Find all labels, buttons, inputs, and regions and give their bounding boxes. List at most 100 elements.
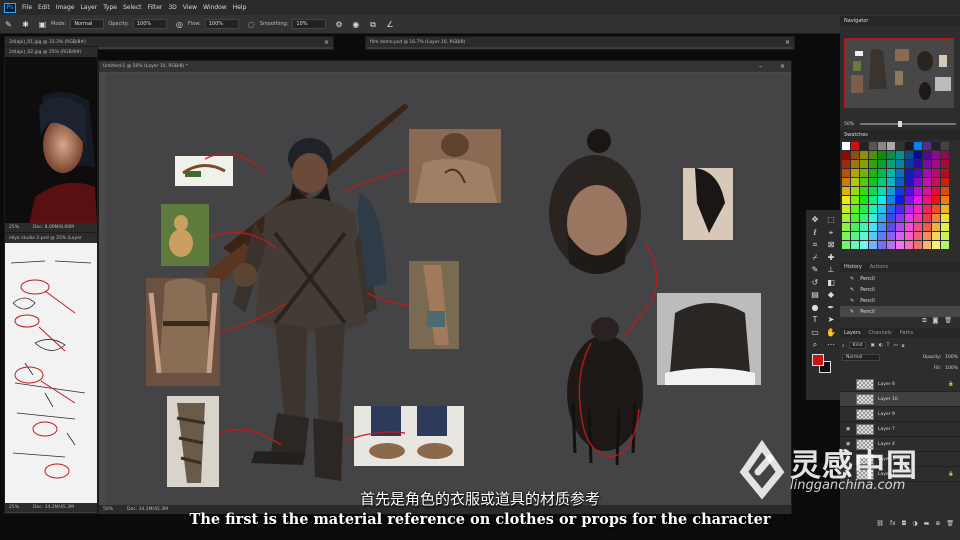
swatch[interactable] xyxy=(923,223,931,231)
swatch[interactable] xyxy=(869,169,877,177)
menu-help[interactable]: Help xyxy=(233,4,247,11)
swatch[interactable] xyxy=(869,214,877,222)
swatch[interactable] xyxy=(869,151,877,159)
swatch[interactable] xyxy=(851,178,859,186)
swatch[interactable] xyxy=(869,241,877,249)
swatch[interactable] xyxy=(842,187,850,195)
swatch[interactable] xyxy=(869,205,877,213)
filter-type-icon[interactable]: T xyxy=(887,343,890,348)
swatch[interactable] xyxy=(851,142,859,150)
document-tab-2[interactable]: 2d(api)_02.jpg @ 25% (RGB/8#) xyxy=(5,47,97,57)
flow-input[interactable]: 100% xyxy=(204,19,239,29)
swatch[interactable] xyxy=(887,160,895,168)
swatch[interactable] xyxy=(932,232,940,240)
swatch[interactable] xyxy=(860,214,868,222)
swatch[interactable] xyxy=(914,205,922,213)
actions-tab[interactable]: Actions xyxy=(870,264,888,270)
document-tab-3[interactable]: film demo.psd @ 16.7% (Layer 10, RGB/8) … xyxy=(366,37,794,47)
swatch[interactable] xyxy=(860,142,868,150)
swatch[interactable] xyxy=(941,178,949,186)
swatch[interactable] xyxy=(932,160,940,168)
history-tab[interactable]: History xyxy=(844,264,862,270)
swatch[interactable] xyxy=(878,142,886,150)
history-item[interactable]: ✎ Pencil xyxy=(840,284,960,295)
angle-icon[interactable]: ∠ xyxy=(385,20,394,29)
swatch[interactable] xyxy=(860,178,868,186)
airbrush-icon[interactable]: ◌ xyxy=(247,20,256,29)
layer-row[interactable]: Layer 9 xyxy=(840,407,960,422)
swatch[interactable] xyxy=(914,196,922,204)
swatch[interactable] xyxy=(860,151,868,159)
swatch[interactable] xyxy=(860,196,868,204)
document-window-4[interactable]: ellya studio 2.psd @ 25% (Layer 25% Doc:… xyxy=(4,232,98,514)
swatch[interactable] xyxy=(842,160,850,168)
swatch[interactable] xyxy=(896,214,904,222)
swatch[interactable] xyxy=(896,187,904,195)
swatch[interactable] xyxy=(878,187,886,195)
swatch[interactable] xyxy=(932,178,940,186)
menu-layer[interactable]: Layer xyxy=(80,4,97,11)
move-icon[interactable]: ✥ xyxy=(807,214,823,227)
swatch[interactable] xyxy=(878,214,886,222)
swatch[interactable] xyxy=(896,205,904,213)
lasso-icon[interactable]: ℓ xyxy=(807,227,823,240)
swatch[interactable] xyxy=(923,151,931,159)
swatch[interactable] xyxy=(941,232,949,240)
close-icon[interactable]: × xyxy=(780,63,785,70)
brush-panel-icon[interactable]: ▣ xyxy=(38,20,47,29)
swatch[interactable] xyxy=(896,169,904,177)
swatch[interactable] xyxy=(869,187,877,195)
minimize-icon[interactable]: – xyxy=(759,63,762,70)
photoshop-logo-icon[interactable]: Ps xyxy=(4,2,16,13)
paths-tab[interactable]: Paths xyxy=(900,330,914,336)
menu-type[interactable]: Type xyxy=(103,4,117,11)
swatch[interactable] xyxy=(923,160,931,168)
swatch[interactable] xyxy=(914,151,922,159)
history-item[interactable]: ✎ Pencil xyxy=(840,273,960,284)
swatch[interactable] xyxy=(941,160,949,168)
document-tab-4[interactable]: ellya studio 2.psd @ 25% (Layer xyxy=(5,233,97,243)
swatch[interactable] xyxy=(941,142,949,150)
swatch[interactable] xyxy=(932,169,940,177)
layers-tab[interactable]: Layers xyxy=(844,330,861,336)
swatch[interactable] xyxy=(923,178,931,186)
swatch[interactable] xyxy=(878,232,886,240)
swatch[interactable] xyxy=(887,142,895,150)
layer-row-active[interactable]: Layer 10 xyxy=(840,392,960,407)
swatch[interactable] xyxy=(914,142,922,150)
swatch[interactable] xyxy=(905,178,913,186)
healing-icon[interactable]: ✚ xyxy=(823,252,839,265)
filter-smart-icon[interactable]: ⧈ xyxy=(902,343,905,349)
swatch[interactable] xyxy=(887,151,895,159)
swatch[interactable] xyxy=(923,214,931,222)
swatch[interactable] xyxy=(869,160,877,168)
swatch[interactable] xyxy=(905,169,913,177)
swatch[interactable] xyxy=(914,214,922,222)
filter-adjust-icon[interactable]: ◐ xyxy=(879,343,883,348)
frame-icon[interactable]: ⊠ xyxy=(823,239,839,252)
swatches-grid[interactable] xyxy=(842,142,949,249)
swatch[interactable] xyxy=(932,214,940,222)
swatch[interactable] xyxy=(905,241,913,249)
swatch[interactable] xyxy=(842,232,850,240)
swatch[interactable] xyxy=(878,205,886,213)
swatch[interactable] xyxy=(905,196,913,204)
swatch[interactable] xyxy=(896,151,904,159)
symmetry-icon[interactable]: ⧉ xyxy=(368,20,377,29)
swatch[interactable] xyxy=(941,223,949,231)
zoom-icon[interactable]: ⌕ xyxy=(807,339,823,352)
swatch[interactable] xyxy=(941,214,949,222)
document-window-2[interactable]: 2d(api)_02.jpg @ 25% (RGB/8#) 25% Doc: 8… xyxy=(4,46,98,234)
swatch[interactable] xyxy=(887,241,895,249)
eraser-icon[interactable]: ◧ xyxy=(823,277,839,290)
swatch[interactable] xyxy=(842,142,850,150)
swatch[interactable] xyxy=(887,169,895,177)
swatch[interactable] xyxy=(896,223,904,231)
history-item[interactable]: ✎ Pencil xyxy=(840,295,960,306)
swatch[interactable] xyxy=(905,223,913,231)
swatch[interactable] xyxy=(869,232,877,240)
menu-filter[interactable]: Filter xyxy=(148,4,163,11)
swatch[interactable] xyxy=(896,160,904,168)
swatch[interactable] xyxy=(932,151,940,159)
snapshot-icon[interactable]: ⧉ xyxy=(922,317,926,327)
